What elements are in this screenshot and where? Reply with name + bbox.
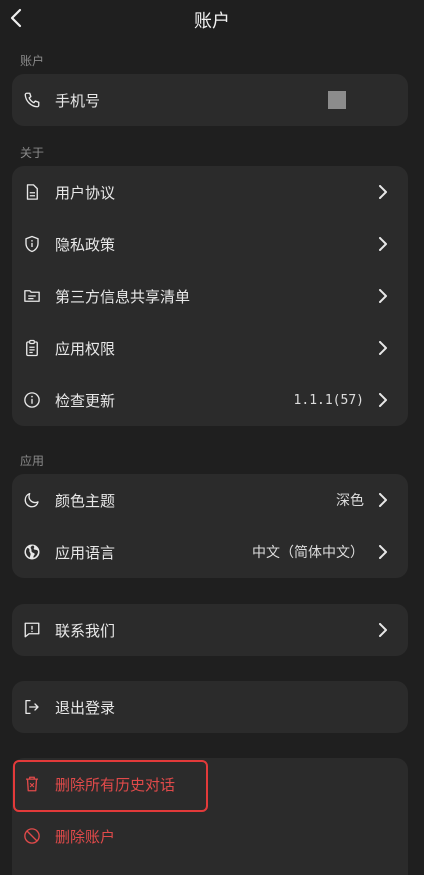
row-delete-account[interactable]: 删除账户: [12, 810, 408, 862]
chevron-right-icon: [376, 393, 390, 407]
row-label: 退出登录: [55, 698, 116, 717]
chevron-right-icon: [376, 185, 390, 199]
row-label: 颜色主题: [55, 491, 116, 510]
header-bar: 账户: [0, 0, 424, 38]
page-title: 账户: [194, 11, 230, 32]
app-version: 1.1.1(57): [293, 392, 364, 408]
logout-card: 退出登录: [12, 681, 408, 733]
row-user-agreement[interactable]: 用户协议: [12, 166, 408, 218]
row-label: 手机号: [55, 91, 101, 110]
chevron-right-icon: [376, 289, 390, 303]
info-circle-icon: [22, 390, 42, 410]
app-settings-card: 颜色主题 深色 应用语言 中文（简体中文）: [12, 474, 408, 578]
folder-list-icon: [22, 286, 42, 306]
shield-info-icon: [22, 234, 42, 254]
row-label: 隐私政策: [55, 235, 116, 254]
contact-card: 联系我们: [12, 604, 408, 656]
document-icon: [22, 182, 42, 202]
chevron-right-icon: [376, 341, 390, 355]
row-label: 应用权限: [55, 339, 116, 358]
row-label: 第三方信息共享清单: [55, 287, 191, 306]
row-privacy-policy[interactable]: 隐私政策: [12, 218, 408, 270]
account-card: 手机号: [12, 74, 408, 126]
clipboard-icon: [22, 338, 42, 358]
section-label-about: 关于: [20, 146, 45, 160]
section-label-app: 应用: [20, 454, 45, 468]
row-app-language[interactable]: 应用语言 中文（简体中文）: [12, 526, 408, 578]
row-label: 用户协议: [55, 183, 116, 202]
chevron-right-icon: [376, 623, 390, 637]
highlight-annotation-box: [13, 760, 208, 812]
globe-icon: [22, 542, 42, 562]
row-logout[interactable]: 退出登录: [12, 681, 408, 733]
row-check-update[interactable]: 检查更新 1.1.1(57): [12, 374, 408, 426]
chat-alert-icon: [22, 620, 42, 640]
row-app-permissions[interactable]: 应用权限: [12, 322, 408, 374]
block-icon: [22, 826, 42, 846]
chevron-right-icon: [376, 493, 390, 507]
about-card: 用户协议 隐私政策 第三方信息共享清单 应用权限 检查更新 1.1.1(57): [12, 166, 408, 426]
row-label: 应用语言: [55, 543, 116, 562]
row-third-party-sharing-list[interactable]: 第三方信息共享清单: [12, 270, 408, 322]
row-contact-us[interactable]: 联系我们: [12, 604, 408, 656]
phone-icon: [22, 90, 42, 110]
row-phone-number[interactable]: 手机号: [12, 74, 408, 126]
moon-icon: [22, 490, 42, 510]
chevron-right-icon: [376, 237, 390, 251]
chevron-right-icon: [376, 545, 390, 559]
phone-value-placeholder: [328, 91, 346, 109]
row-color-theme[interactable]: 颜色主题 深色: [12, 474, 408, 526]
row-label: 联系我们: [55, 621, 116, 640]
section-label-account: 账户: [20, 54, 45, 68]
color-theme-value: 深色: [336, 493, 364, 509]
row-label: 检查更新: [55, 391, 116, 410]
row-label: 删除账户: [55, 827, 116, 846]
app-language-value: 中文（简体中文）: [252, 545, 364, 561]
logout-icon: [22, 697, 42, 717]
